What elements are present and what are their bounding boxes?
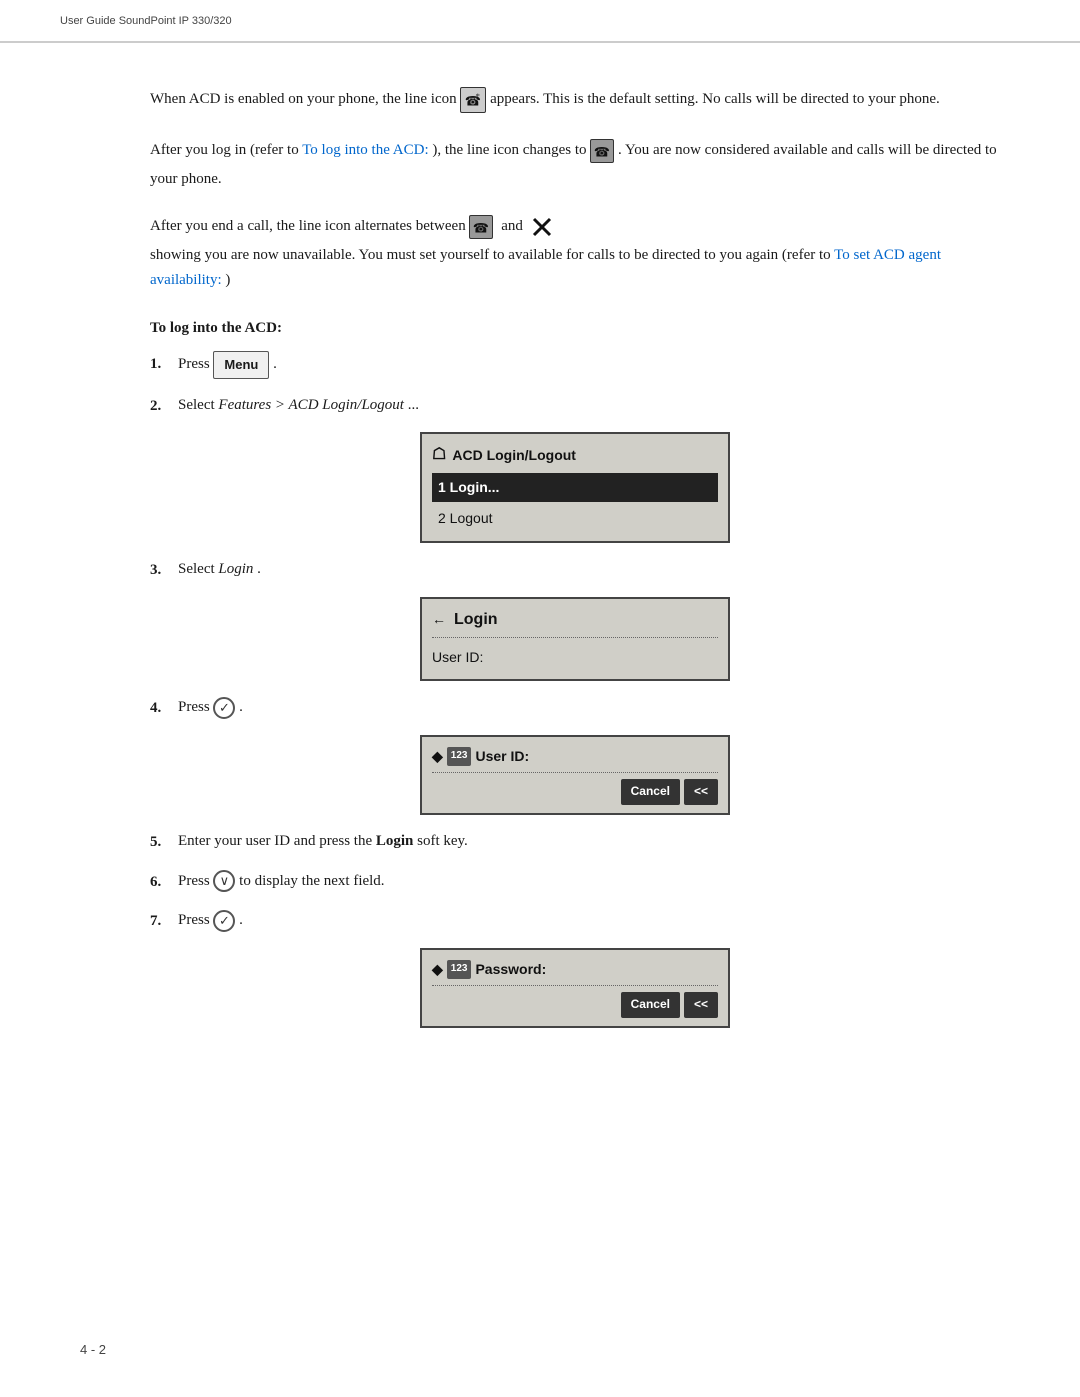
p3-end: showing you are now unavailable. You mus… (150, 247, 831, 263)
line-icon-available: ☎ * (460, 83, 486, 116)
x-icon (531, 210, 553, 243)
paragraph-3: After you end a call, the line icon alte… (150, 210, 1000, 293)
password-cancel-softkey[interactable]: Cancel (621, 992, 680, 1018)
step-3-content: Select Login . (178, 557, 1000, 582)
page-content: When ACD is enabled on your phone, the l… (0, 43, 1080, 1082)
step-4-content: Press ✓ . (178, 695, 1000, 720)
header-title: User Guide SoundPoint IP 330/320 (60, 15, 232, 27)
p3-start: After you end a call, the line icon alte… (150, 218, 466, 234)
userid-cancel-softkey[interactable]: Cancel (621, 779, 680, 805)
screen-password-container: ◆ 123 Password: Cancel << (150, 948, 1000, 1028)
login-title-text: Login (454, 607, 498, 633)
userid-label-pill: 123 (447, 747, 472, 766)
step-4-num: 4. (150, 695, 178, 721)
p1-end: appears. This is the default setting. No… (490, 91, 940, 107)
header: User Guide SoundPoint IP 330/320 (0, 0, 1080, 43)
step-3-italic: Login (218, 561, 253, 577)
line-icon-logged-in: ☎ (590, 134, 614, 167)
p3-end2: ) (225, 272, 230, 288)
screen-login: ← Login User ID: (420, 597, 730, 681)
userid-softkey-bar: Cancel << (432, 779, 718, 805)
login-title-row: ← Login (432, 607, 718, 638)
steps-list: 1. Press Menu . 2. Select Features > ACD… (150, 351, 1000, 1028)
login-userid-field: User ID: (432, 644, 718, 671)
password-input-row: ◆ 123 Password: (432, 958, 718, 986)
step-7: 7. Press ✓ . (150, 908, 1000, 934)
screen-userid-input: ◆ 123 User ID: Cancel << (420, 735, 730, 815)
chevron-down-button[interactable]: ∨ (213, 870, 235, 892)
page-number: 4 - 2 (80, 1342, 106, 1357)
p1-start: When ACD is enabled on your phone, the l… (150, 91, 457, 107)
section-heading: To log into the ACD: (150, 320, 1000, 337)
step-1-content: Press Menu . (178, 351, 1000, 378)
step-5-num: 5. (150, 829, 178, 855)
step-2: 2. Select Features > ACD Login/Logout ..… (150, 393, 1000, 419)
password-softkey-bar: Cancel << (432, 992, 718, 1018)
step-3-num: 3. (150, 557, 178, 583)
password-diamond-icon: ◆ (432, 958, 443, 981)
step-7-num: 7. (150, 908, 178, 934)
step-3: 3. Select Login . (150, 557, 1000, 583)
userid-input-row: ◆ 123 User ID: (432, 745, 718, 773)
screen-userid-container: ◆ 123 User ID: Cancel << (150, 735, 1000, 815)
p2-link[interactable]: To log into the ACD: (302, 142, 428, 158)
login-back-icon: ← (432, 608, 446, 631)
and-word: and (501, 218, 523, 234)
step-6: 6. Press ∨ to display the next field. (150, 869, 1000, 895)
acd-icon: ☖ (432, 442, 446, 468)
password-label-pill: 123 (447, 960, 472, 979)
step-2-content: Select Features > ACD Login/Logout ... (178, 393, 1000, 418)
userid-back-softkey[interactable]: << (684, 779, 718, 805)
screen-acd-menu-container: ☖ ACD Login/Logout 1 Login... 2 Logout (150, 432, 1000, 543)
screen-login-container: ← Login User ID: (150, 597, 1000, 681)
screen-item-login[interactable]: 1 Login... (432, 473, 718, 502)
checkmark-button-4[interactable]: ✓ (213, 697, 235, 719)
paragraph-1: When ACD is enabled on your phone, the l… (150, 83, 1000, 116)
password-back-softkey[interactable]: << (684, 992, 718, 1018)
userid-field-text: User ID: (475, 745, 529, 768)
step-6-content: Press ∨ to display the next field. (178, 869, 1000, 894)
screen-title-bar: ☖ ACD Login/Logout (432, 442, 718, 468)
paragraph-2: After you log in (refer to To log into t… (150, 134, 1000, 192)
step-5-content: Enter your user ID and press the Login s… (178, 829, 1000, 854)
step-6-num: 6. (150, 869, 178, 895)
step-2-italic: Features > ACD Login/Logout (218, 397, 404, 413)
phone-icon-1: ☎ (469, 210, 493, 243)
screen-acd-menu: ☖ ACD Login/Logout 1 Login... 2 Logout (420, 432, 730, 543)
svg-text:☎: ☎ (473, 221, 489, 236)
step-5-bold: Login (376, 833, 414, 849)
svg-text:*: * (476, 92, 480, 101)
step-5: 5. Enter your user ID and press the Logi… (150, 829, 1000, 855)
step-4: 4. Press ✓ . (150, 695, 1000, 721)
step-2-num: 2. (150, 393, 178, 419)
userid-diamond-icon: ◆ (432, 745, 443, 768)
checkmark-button-7[interactable]: ✓ (213, 910, 235, 932)
password-field-text: Password: (475, 958, 546, 981)
p2-start: After you log in (refer to (150, 142, 299, 158)
svg-text:☎: ☎ (594, 145, 610, 160)
screen-acd-title: ACD Login/Logout (452, 444, 576, 467)
step-1-num: 1. (150, 351, 178, 377)
screen-item-logout[interactable]: 2 Logout (432, 504, 718, 533)
step-7-content: Press ✓ . (178, 908, 1000, 933)
p2-end: ), the line icon changes to (432, 142, 586, 158)
menu-button[interactable]: Menu (213, 351, 269, 378)
screen-password-input: ◆ 123 Password: Cancel << (420, 948, 730, 1028)
step-1: 1. Press Menu . (150, 351, 1000, 378)
